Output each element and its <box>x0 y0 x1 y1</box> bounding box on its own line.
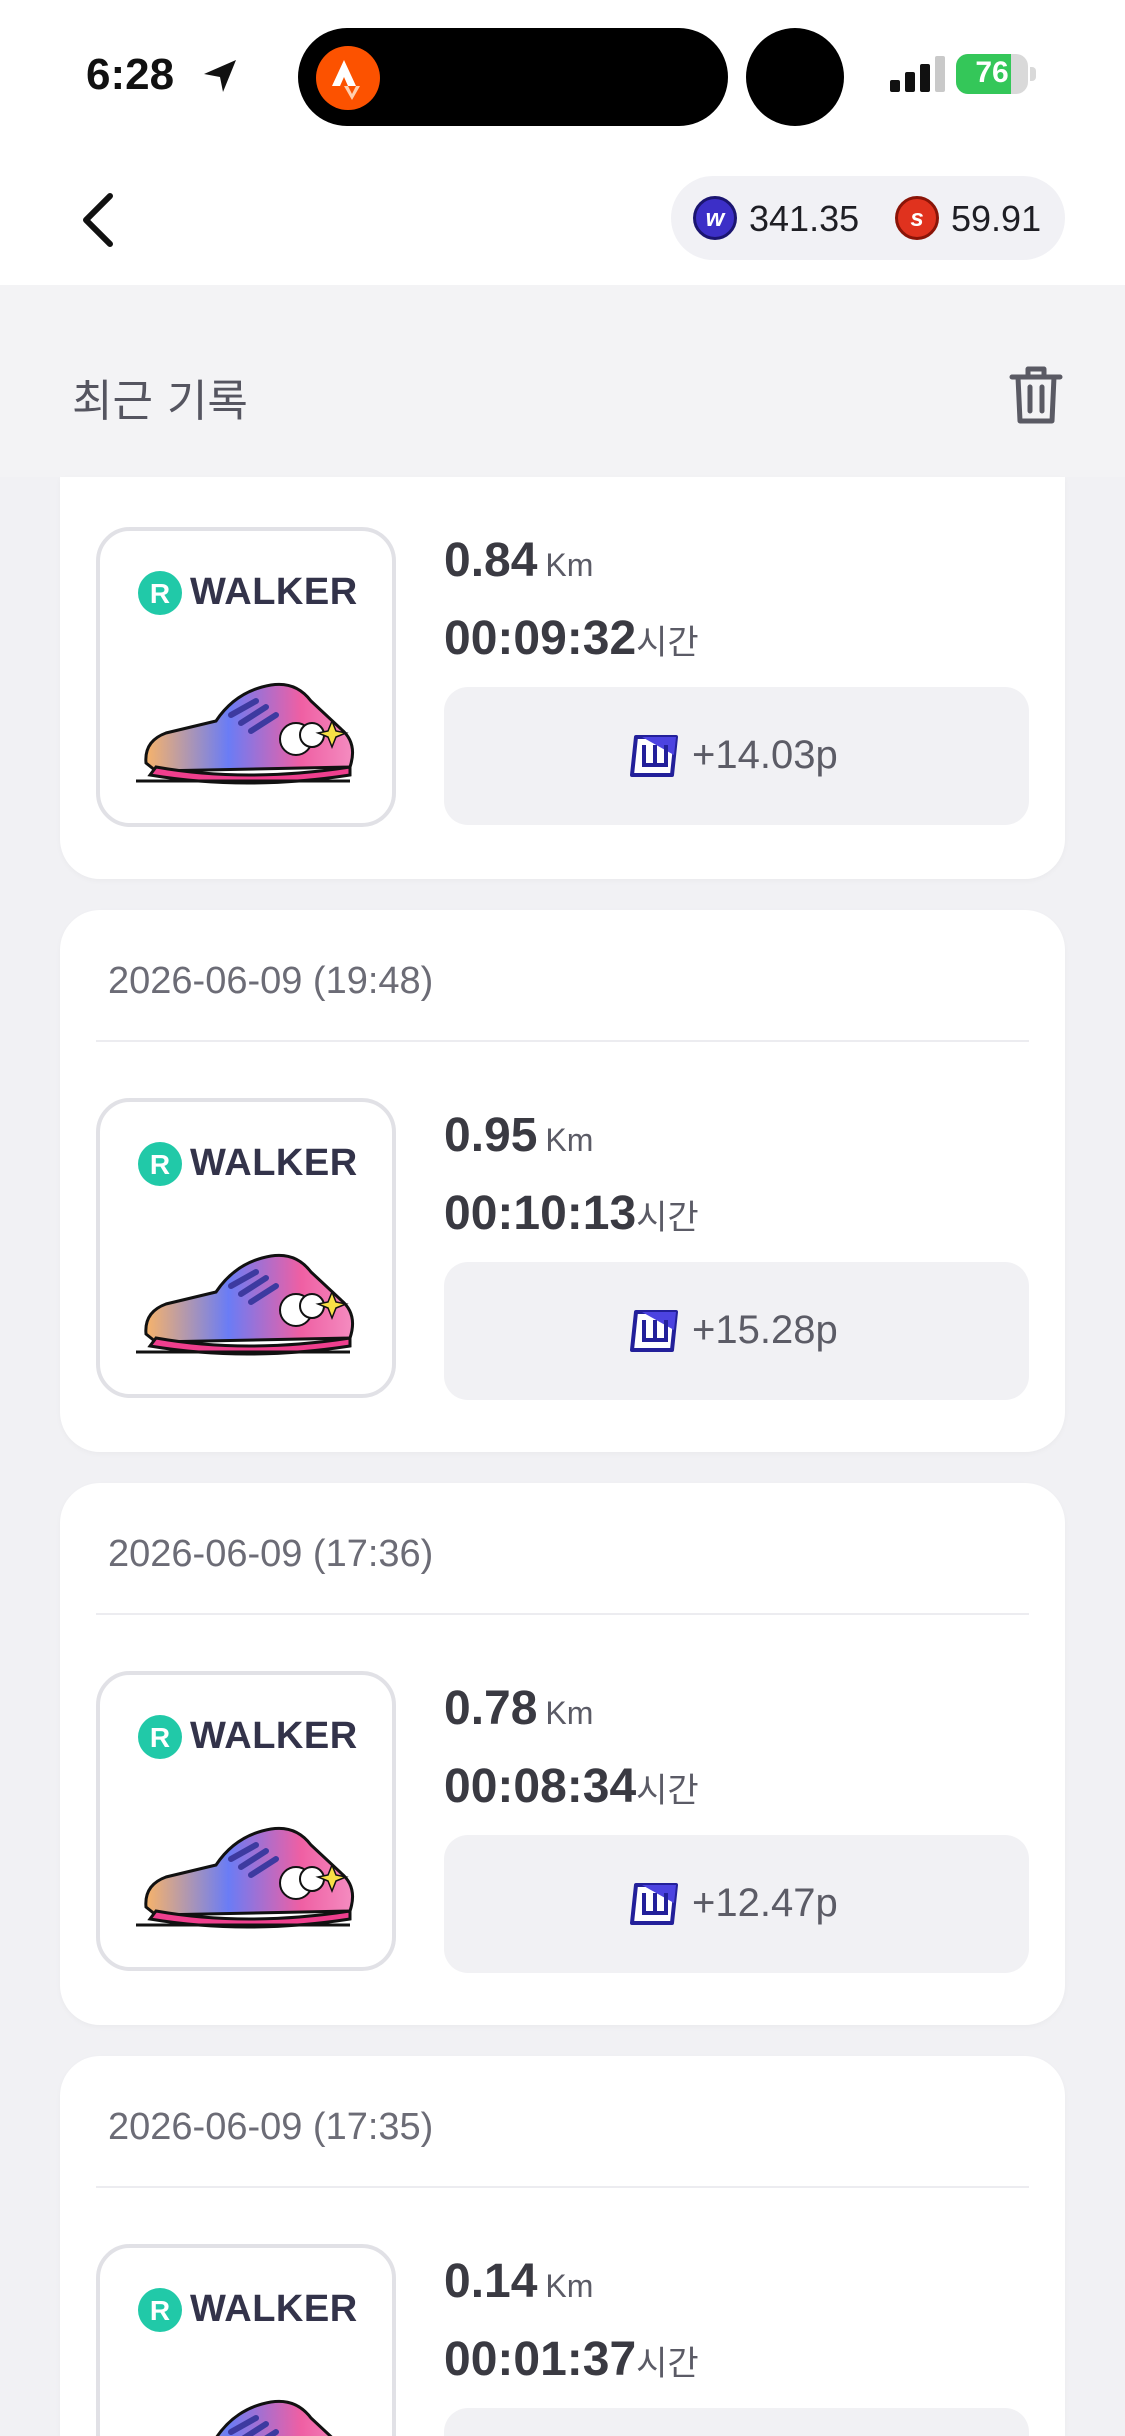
reward-value: +12.47p <box>692 1881 838 1925</box>
record-distance: 0.95 Km <box>444 1109 594 1162</box>
record-card[interactable]: 2026-06-09 (19:48) R WALKER 0.95 Km 00:10… <box>60 910 1065 1452</box>
shoe-thumbnail: R WALKER <box>96 1671 396 1971</box>
section-title: 최근 기록 <box>72 376 248 427</box>
s-balance: 59.91 <box>951 198 1042 239</box>
top-header: w 341.35 s 59.91 <box>0 150 1125 285</box>
location-arrow-icon <box>204 60 236 92</box>
section-header: 최근 기록 <box>0 285 1125 477</box>
strava-icon <box>316 46 380 110</box>
record-date: 2026-06-09 (17:35) <box>108 2106 434 2148</box>
w-point-icon <box>630 1883 678 1925</box>
shoe-image <box>136 2388 356 2436</box>
record-card[interactable]: 2026-06-09 (17:36) R WALKER 0.78 Km 00:08… <box>60 1483 1065 2025</box>
divider <box>96 1040 1029 1042</box>
shoe-image <box>136 1242 356 1362</box>
balance-pill: w 341.35 s 59.91 <box>671 176 1065 260</box>
reward-box: +15.28p <box>444 1262 1029 1400</box>
reward-box: +14.03p <box>444 687 1029 825</box>
signal-icon <box>890 56 945 92</box>
front-camera <box>746 28 844 126</box>
shoe-image <box>136 1815 356 1935</box>
status-bar: 6:28 76 <box>0 0 1125 150</box>
record-duration: 00:10:13시간 <box>444 1187 699 1240</box>
w-coin-icon: w <box>693 196 737 240</box>
battery-icon: 76 <box>956 54 1036 94</box>
divider <box>96 2186 1029 2188</box>
reward-box <box>444 2408 1029 2436</box>
record-card[interactable]: 2026-06-09 (17:35) R WALKER 0.14 Km 00:01… <box>60 2056 1065 2436</box>
record-duration: 00:01:37시간 <box>444 2333 699 2386</box>
status-time: 6:28 <box>86 50 175 99</box>
record-duration: 00:09:32시간 <box>444 612 699 665</box>
w-balance: 341.35 <box>749 198 860 239</box>
w-point-icon <box>630 1310 678 1352</box>
record-date: 2026-06-09 (17:36) <box>108 1533 434 1575</box>
reward-box: +12.47p <box>444 1835 1029 1973</box>
s-coin-icon: s <box>895 196 939 240</box>
record-distance: 0.78 Km <box>444 1682 594 1735</box>
reward-value: +14.03p <box>692 733 838 777</box>
divider <box>96 1613 1029 1615</box>
shoe-thumbnail: R WALKER <box>96 527 396 827</box>
record-distance: 0.84 Km <box>444 534 594 587</box>
record-distance: 0.14 Km <box>444 2255 594 2308</box>
record-duration: 00:08:34시간 <box>444 1760 699 1813</box>
back-button[interactable] <box>70 188 130 252</box>
trash-icon[interactable] <box>1008 365 1064 425</box>
reward-value: +15.28p <box>692 1308 838 1352</box>
shoe-thumbnail: R WALKER <box>96 2244 396 2436</box>
shoe-thumbnail: R WALKER <box>96 1098 396 1398</box>
shoe-image <box>136 671 356 791</box>
record-date: 2026-06-09 (19:48) <box>108 960 434 1002</box>
battery-percent: 76 <box>975 56 1009 89</box>
w-point-icon <box>630 735 678 777</box>
record-card[interactable]: R WALKER 0.84 Km 00:09:32시간 +14.03p <box>60 477 1065 879</box>
